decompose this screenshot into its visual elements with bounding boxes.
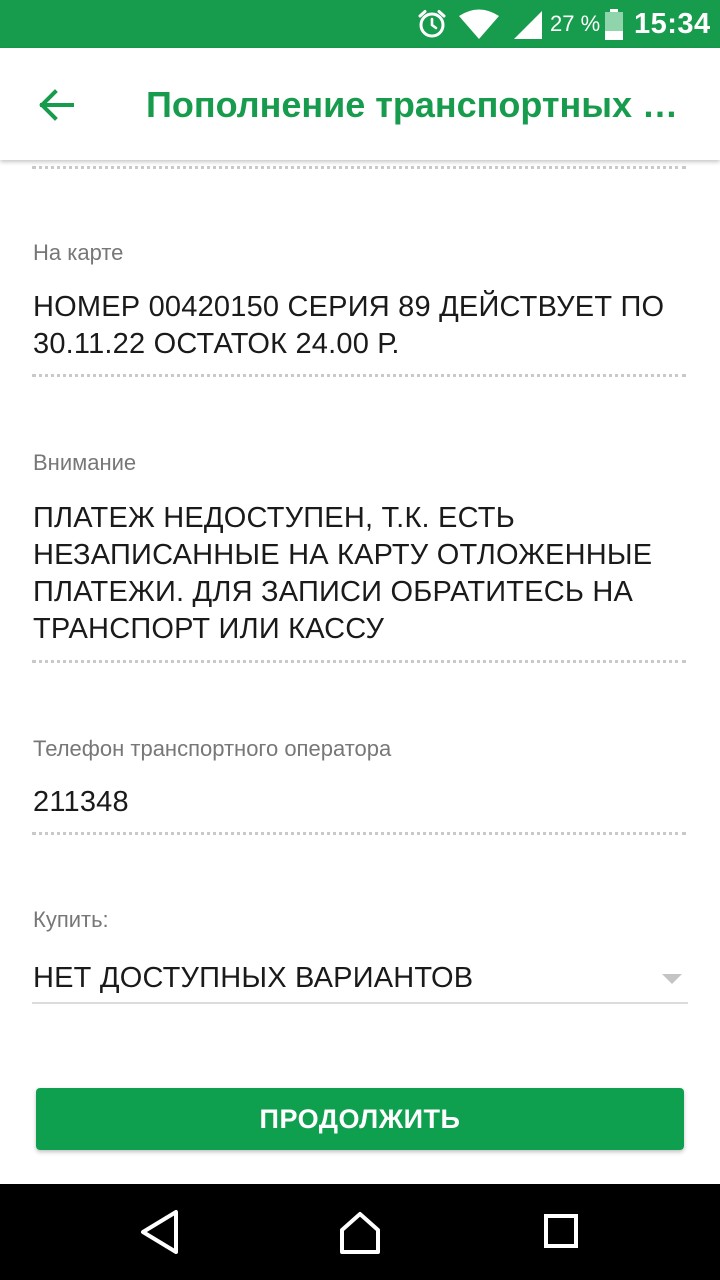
divider [32, 660, 686, 663]
divider [32, 166, 686, 169]
arrow-left-icon [39, 89, 74, 121]
nav-back-icon [141, 1210, 178, 1254]
warning-label: Внимание [33, 450, 137, 475]
card-info-value: НОМЕР 00420150 СЕРИЯ 89 ДЕЙСТВУЕТ ПО 30.… [33, 291, 665, 360]
warning-value: ПЛАТЕЖ НЕДОСТУПЕН, Т.К. ЕСТЬ НЕЗАПИСАННЫ… [33, 502, 653, 645]
nav-home-icon [340, 1212, 380, 1254]
payment-details: На карте НОМЕР 00420150 СЕРИЯ 89 ДЕЙСТВУ… [0, 160, 720, 1184]
nav-recents-button[interactable] [530, 1202, 590, 1262]
operator-phone-label: Телефон транспортного оператора [33, 736, 392, 761]
card-info-label: На карте [33, 240, 124, 265]
cell-signal-icon [512, 10, 544, 45]
buy-label: Купить: [33, 907, 109, 932]
continue-button[interactable]: ПРОДОЛЖИТЬ [36, 1088, 684, 1150]
battery-percent: 27 % [550, 11, 601, 36]
divider [32, 374, 686, 377]
dropdown-arrow-icon [662, 974, 682, 984]
operator-phone-value: 211348 [33, 786, 129, 818]
status-clock: 15:34 [634, 8, 711, 40]
page-title: Пополнение транспортных карт [146, 84, 688, 125]
status-bar: 27 % 15:34 [0, 0, 720, 48]
alarm-clock-icon [416, 8, 448, 45]
battery-icon [604, 9, 624, 46]
system-nav-bar [0, 1184, 720, 1280]
nav-back-button[interactable] [130, 1202, 190, 1262]
nav-recents-icon [544, 1214, 578, 1248]
nav-home-button[interactable] [330, 1202, 390, 1262]
buy-option-select[interactable]: НЕТ ДОСТУПНЫХ ВАРИАНТОВ [32, 950, 688, 1004]
buy-option-selected: НЕТ ДОСТУПНЫХ ВАРИАНТОВ [33, 962, 474, 994]
app-bar: Пополнение транспортных карт [0, 48, 720, 160]
divider [32, 832, 686, 835]
wifi-icon [458, 9, 500, 46]
back-button[interactable] [24, 76, 88, 132]
